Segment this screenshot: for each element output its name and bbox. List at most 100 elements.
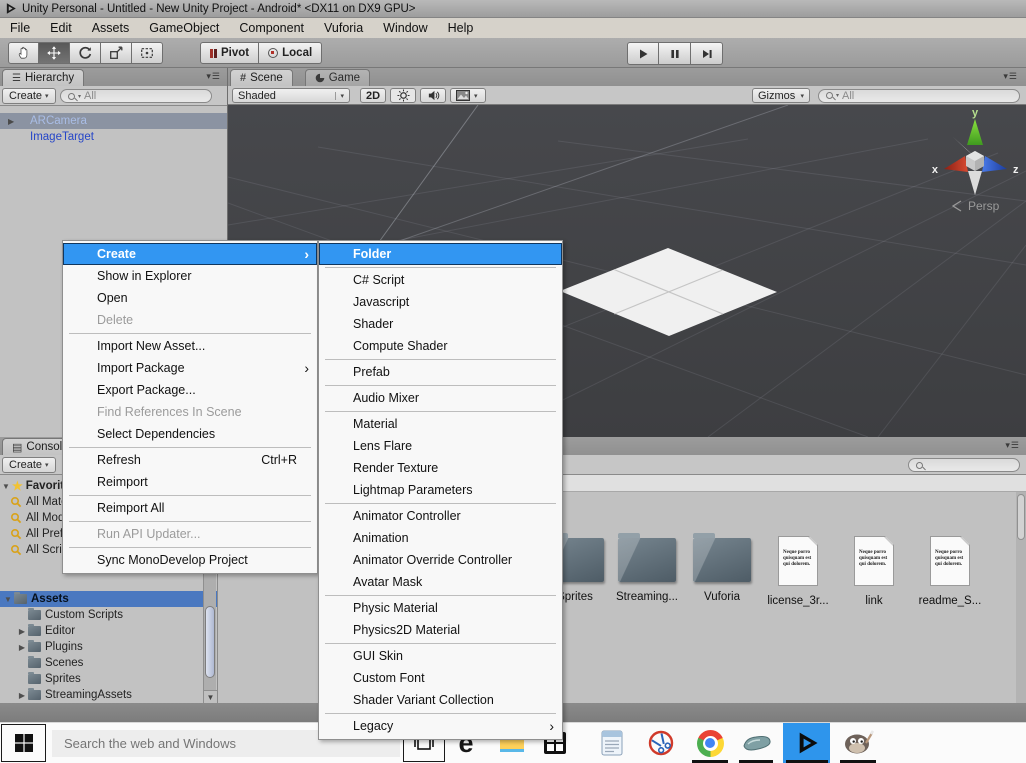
scrollbar-thumb[interactable]: [1017, 494, 1025, 540]
unity-taskbar-button[interactable]: [783, 723, 830, 763]
project-item-license-3r[interactable]: Neque porro quisquam est qui dolorem.lic…: [763, 536, 833, 607]
pause-button[interactable]: [659, 42, 691, 65]
menu-item-gui-skin[interactable]: GUI Skin: [319, 645, 562, 667]
panel-menu-icon[interactable]: ▾☰: [206, 71, 221, 82]
menubar-item-file[interactable]: File: [0, 18, 40, 38]
menu-item-custom-font[interactable]: Custom Font: [319, 667, 562, 689]
menu-item-export-package[interactable]: Export Package...: [63, 379, 317, 401]
menubar-item-window[interactable]: Window: [373, 18, 437, 38]
scene-search-input[interactable]: ▾All: [818, 89, 1020, 103]
menubar-item-edit[interactable]: Edit: [40, 18, 82, 38]
menu-item-c-script[interactable]: C# Script: [319, 269, 562, 291]
project-search-input[interactable]: [908, 458, 1020, 472]
menu-item-import-package[interactable]: Import Package›: [63, 357, 317, 379]
menu-item-animator-controller[interactable]: Animator Controller: [319, 505, 562, 527]
menu-item-show-in-explorer[interactable]: Show in Explorer: [63, 265, 317, 287]
step-button[interactable]: [691, 42, 723, 65]
hand-tool-button[interactable]: [8, 42, 39, 64]
project-tree-item-sprites[interactable]: Sprites: [0, 671, 217, 687]
project-tree-item-assets[interactable]: ▼Assets: [0, 591, 217, 607]
menu-item-shader[interactable]: Shader: [319, 313, 562, 335]
panel-menu-icon[interactable]: ▾☰: [1003, 71, 1018, 82]
effects-dropdown-button[interactable]: ▾: [450, 88, 486, 103]
start-button[interactable]: [1, 724, 46, 762]
scale-tool-button[interactable]: [101, 42, 132, 64]
menu-item-lens-flare[interactable]: Lens Flare: [319, 435, 562, 457]
expand-arrow-icon[interactable]: ▼: [2, 595, 14, 604]
move-tool-button[interactable]: [39, 42, 70, 64]
menu-item-compute-shader[interactable]: Compute Shader: [319, 335, 562, 357]
projection-label[interactable]: Persp: [968, 199, 1000, 213]
menu-item-reimport-all[interactable]: Reimport All: [63, 497, 317, 519]
tab-scene[interactable]: #Scene: [230, 69, 293, 86]
menu-item-avatar-mask[interactable]: Avatar Mask: [319, 571, 562, 593]
menu-item-prefab[interactable]: Prefab: [319, 361, 562, 383]
menu-item-select-dependencies[interactable]: Select Dependencies: [63, 423, 317, 445]
local-button[interactable]: Local: [259, 42, 322, 64]
content-scrollbar[interactable]: [1016, 492, 1026, 703]
project-tree-item-custom-scripts[interactable]: Custom Scripts: [0, 607, 217, 623]
notepad-icon[interactable]: [592, 723, 632, 763]
teal-app-icon[interactable]: [737, 723, 777, 763]
snipping-tool-icon[interactable]: [641, 723, 681, 763]
expand-arrow-icon[interactable]: ▶: [8, 117, 14, 126]
menu-item-reimport[interactable]: Reimport: [63, 471, 317, 493]
lighting-toggle-button[interactable]: [390, 88, 416, 103]
project-create-button[interactable]: Create▾: [2, 457, 56, 473]
audio-toggle-button[interactable]: [420, 88, 446, 103]
hierarchy-item-imagetarget[interactable]: ImageTarget: [0, 129, 227, 145]
menu-item-create[interactable]: Create›: [63, 243, 317, 265]
menu-item-physics2d-material[interactable]: Physics2D Material: [319, 619, 562, 641]
menu-item-javascript[interactable]: Javascript: [319, 291, 562, 313]
scroll-down-arrow[interactable]: ▼: [204, 690, 217, 703]
project-item-vuforia[interactable]: Vuforia: [687, 536, 757, 603]
menu-item-open[interactable]: Open: [63, 287, 317, 309]
menu-item-shader-variant-collection[interactable]: Shader Variant Collection: [319, 689, 562, 711]
project-tree-item-editor[interactable]: ▶Editor: [0, 623, 217, 639]
menu-item-find-references-in-scene[interactable]: Find References In Scene: [63, 401, 317, 423]
project-item-link[interactable]: Neque porro quisquam est qui dolorem.lin…: [839, 536, 909, 607]
expand-arrow-icon[interactable]: ▶: [16, 627, 28, 636]
hierarchy-item-arcamera[interactable]: ▶ARCamera: [0, 113, 227, 129]
menu-item-physic-material[interactable]: Physic Material: [319, 597, 562, 619]
panel-menu-icon[interactable]: ▾☰: [1005, 440, 1020, 451]
draw-mode-dropdown[interactable]: Shaded▾: [232, 88, 350, 103]
hierarchy-search-input[interactable]: ▾All: [60, 89, 212, 103]
gizmos-dropdown[interactable]: Gizmos▾: [752, 88, 810, 103]
menu-item-material[interactable]: Material: [319, 413, 562, 435]
rotate-tool-button[interactable]: [70, 42, 101, 64]
tab-game[interactable]: Game: [305, 69, 370, 86]
project-tree-item-plugins[interactable]: ▶Plugins: [0, 639, 217, 655]
project-item-streaming[interactable]: Streaming...: [612, 536, 682, 603]
menu-item-audio-mixer[interactable]: Audio Mixer: [319, 387, 562, 409]
scrollbar-thumb[interactable]: [205, 606, 215, 678]
menu-item-render-texture[interactable]: Render Texture: [319, 457, 562, 479]
expand-arrow-icon[interactable]: ▶: [16, 691, 28, 700]
project-item-readme-s[interactable]: Neque porro quisquam est qui dolorem.rea…: [915, 536, 985, 607]
play-button[interactable]: [627, 42, 659, 65]
rect-tool-button[interactable]: [132, 42, 163, 64]
tab-hierarchy[interactable]: ☰Hierarchy: [2, 69, 84, 86]
menu-item-animator-override-controller[interactable]: Animator Override Controller: [319, 549, 562, 571]
menubar-item-help[interactable]: Help: [438, 18, 484, 38]
menu-item-folder[interactable]: Folder: [319, 243, 562, 265]
menu-item-sync-monodevelop-project[interactable]: Sync MonoDevelop Project: [63, 549, 317, 571]
pivot-button[interactable]: Pivot: [200, 42, 259, 64]
2d-toggle-button[interactable]: 2D: [360, 88, 386, 103]
menubar-item-gameobject[interactable]: GameObject: [139, 18, 229, 38]
gimp-icon[interactable]: [838, 723, 878, 763]
hierarchy-create-button[interactable]: Create▾: [2, 88, 56, 104]
menu-item-lightmap-parameters[interactable]: Lightmap Parameters: [319, 479, 562, 501]
menu-item-import-new-asset[interactable]: Import New Asset...: [63, 335, 317, 357]
chrome-icon[interactable]: [690, 723, 730, 763]
menu-item-delete[interactable]: Delete: [63, 309, 317, 331]
menubar-item-component[interactable]: Component: [229, 18, 314, 38]
project-tree-item-streamingassets[interactable]: ▶StreamingAssets: [0, 687, 217, 703]
menubar-item-assets[interactable]: Assets: [82, 18, 140, 38]
expand-arrow-icon[interactable]: ▶: [16, 643, 28, 652]
project-tree-item-scenes[interactable]: Scenes: [0, 655, 217, 671]
menu-item-legacy[interactable]: Legacy›: [319, 715, 562, 737]
expand-arrow-icon[interactable]: ▼: [0, 482, 12, 491]
menu-item-animation[interactable]: Animation: [319, 527, 562, 549]
menubar-item-vuforia[interactable]: Vuforia: [314, 18, 373, 38]
